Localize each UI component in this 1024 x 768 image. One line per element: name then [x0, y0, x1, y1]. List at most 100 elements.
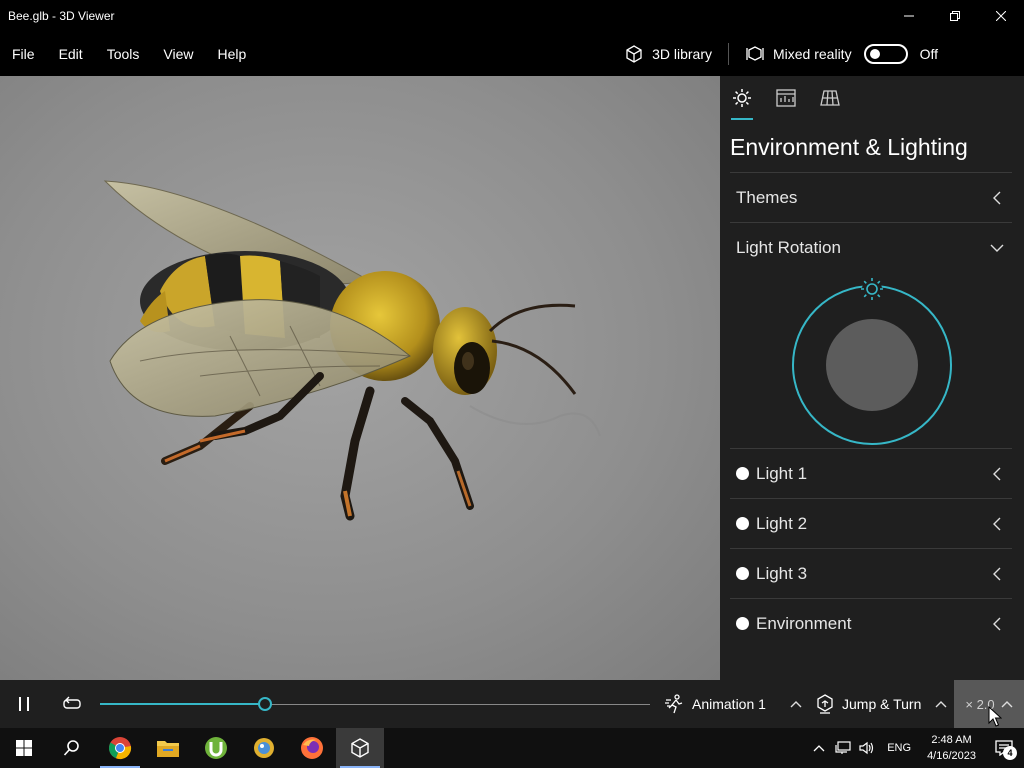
clock-time: 2:48 AM — [931, 734, 972, 746]
chevron-up-icon — [935, 701, 947, 708]
menu-tools[interactable]: Tools — [95, 32, 152, 76]
loop-button[interactable] — [48, 680, 96, 728]
bee-model[interactable] — [0, 76, 720, 680]
chevron-left-icon — [982, 567, 1012, 581]
chevron-left-icon — [982, 191, 1012, 205]
mixed-reality-icon — [746, 46, 764, 61]
tray-overflow-button[interactable] — [807, 728, 831, 768]
motion-label: Jump & Turn — [842, 696, 922, 712]
minimize-icon — [904, 15, 914, 17]
chevron-up-icon — [813, 745, 825, 752]
3d-viewport[interactable] — [0, 76, 720, 680]
light-rotation-label: Light Rotation — [736, 237, 841, 257]
environment-panel: Environment & Lighting Themes Light Rota… — [720, 76, 1024, 680]
pause-icon — [19, 697, 29, 711]
pause-button[interactable] — [0, 680, 48, 728]
volume-button[interactable] — [855, 728, 879, 768]
panel-tabs — [720, 76, 1024, 122]
network-icon — [835, 741, 851, 754]
mouse-cursor-icon — [988, 706, 1002, 727]
light2-section[interactable]: Light 2 — [730, 498, 1012, 548]
light3-section[interactable]: Light 3 — [730, 548, 1012, 598]
3d-viewer-icon — [351, 738, 369, 758]
start-button[interactable] — [0, 728, 48, 768]
menu-divider — [727, 43, 729, 65]
light-sun-handle[interactable] — [861, 278, 883, 300]
chevron-left-icon — [982, 517, 1012, 531]
animation-selector[interactable]: Animation 1 — [664, 680, 802, 728]
firefox-icon — [301, 737, 323, 759]
tab-stats[interactable] — [774, 88, 798, 120]
input-language[interactable]: ENG — [879, 742, 919, 754]
grid-icon — [820, 90, 840, 106]
taskbar-utorrent[interactable] — [192, 728, 240, 768]
chevron-left-icon — [982, 617, 1012, 631]
tab-grid[interactable] — [818, 88, 842, 120]
themes-section[interactable]: Themes — [730, 172, 1012, 222]
light2-label: Light 2 — [756, 513, 808, 533]
title-bar: Bee.glb - 3D Viewer — [0, 0, 1024, 32]
sun-icon — [733, 89, 751, 107]
network-button[interactable] — [831, 728, 855, 768]
menu-right-group: 3D library Mixed reality Off — [610, 32, 1024, 76]
system-tray: ENG 2:48 AM 4/16/2023 4 — [807, 728, 1024, 768]
timeline-slider[interactable] — [100, 697, 650, 711]
menu-edit[interactable]: Edit — [47, 32, 95, 76]
light3-color-swatch[interactable] — [736, 567, 749, 580]
light-rotation-dial[interactable] — [730, 272, 1012, 448]
window-title: Bee.glb - 3D Viewer — [8, 9, 115, 23]
toggle-knob — [869, 49, 880, 59]
taskbar-3d-viewer[interactable] — [336, 728, 384, 768]
mixed-reality-group: Mixed reality — [731, 44, 852, 64]
taskbar-photo-app[interactable] — [240, 728, 288, 768]
light-rotation-control — [730, 272, 1012, 448]
tab-lighting[interactable] — [730, 88, 754, 120]
light2-color-swatch[interactable] — [736, 517, 749, 530]
folder-icon — [157, 741, 179, 757]
clock[interactable]: 2:48 AM 4/16/2023 — [919, 732, 984, 764]
light3-label: Light 3 — [756, 563, 808, 583]
animation-label: Animation 1 — [692, 696, 766, 712]
3d-library-label: 3D library — [652, 46, 712, 62]
panel-title: Environment & Lighting — [730, 134, 968, 160]
speaker-icon — [859, 741, 874, 755]
menu-file[interactable]: File — [0, 32, 47, 76]
motion-selector[interactable]: Jump & Turn — [816, 680, 947, 728]
search-button[interactable] — [48, 728, 96, 768]
menu-help[interactable]: Help — [205, 32, 258, 76]
environment-color-swatch[interactable] — [736, 617, 749, 630]
close-button[interactable] — [978, 0, 1024, 32]
taskbar-file-explorer[interactable] — [144, 728, 192, 768]
restore-icon — [950, 11, 960, 21]
restore-button[interactable] — [932, 0, 978, 32]
running-figure-icon — [665, 694, 683, 714]
chevron-left-icon — [982, 467, 1012, 481]
mixed-reality-label: Mixed reality — [772, 46, 852, 62]
menu-bar: File Edit Tools View Help 3D library Mix… — [0, 32, 1024, 76]
cube-icon — [626, 45, 642, 63]
chevron-down-icon — [982, 243, 1012, 253]
windows-logo-icon — [16, 740, 32, 756]
taskbar-chrome[interactable] — [96, 728, 144, 768]
taskbar: ENG 2:48 AM 4/16/2023 4 — [0, 728, 1024, 768]
chevron-up-icon — [790, 701, 802, 708]
timeline-thumb[interactable] — [258, 697, 272, 711]
utorrent-icon — [205, 737, 227, 759]
minimize-button[interactable] — [886, 0, 932, 32]
themes-label: Themes — [736, 187, 798, 207]
loop-icon — [63, 696, 81, 709]
light1-label: Light 1 — [756, 463, 808, 483]
light-rotation-section[interactable]: Light Rotation — [730, 222, 1012, 272]
light1-section[interactable]: Light 1 — [730, 448, 1012, 498]
chrome-icon — [108, 737, 132, 760]
environment-section[interactable]: Environment — [730, 598, 1012, 648]
action-center-button[interactable]: 4 — [984, 728, 1024, 768]
menu-view[interactable]: View — [151, 32, 205, 76]
taskbar-firefox[interactable] — [288, 728, 336, 768]
3d-library-button[interactable]: 3D library — [610, 32, 726, 76]
notification-count-badge: 4 — [1003, 746, 1017, 760]
search-icon — [63, 740, 79, 756]
motion-figure-icon — [817, 694, 833, 714]
light1-color-swatch[interactable] — [736, 467, 749, 480]
mixed-reality-toggle[interactable] — [863, 44, 908, 64]
